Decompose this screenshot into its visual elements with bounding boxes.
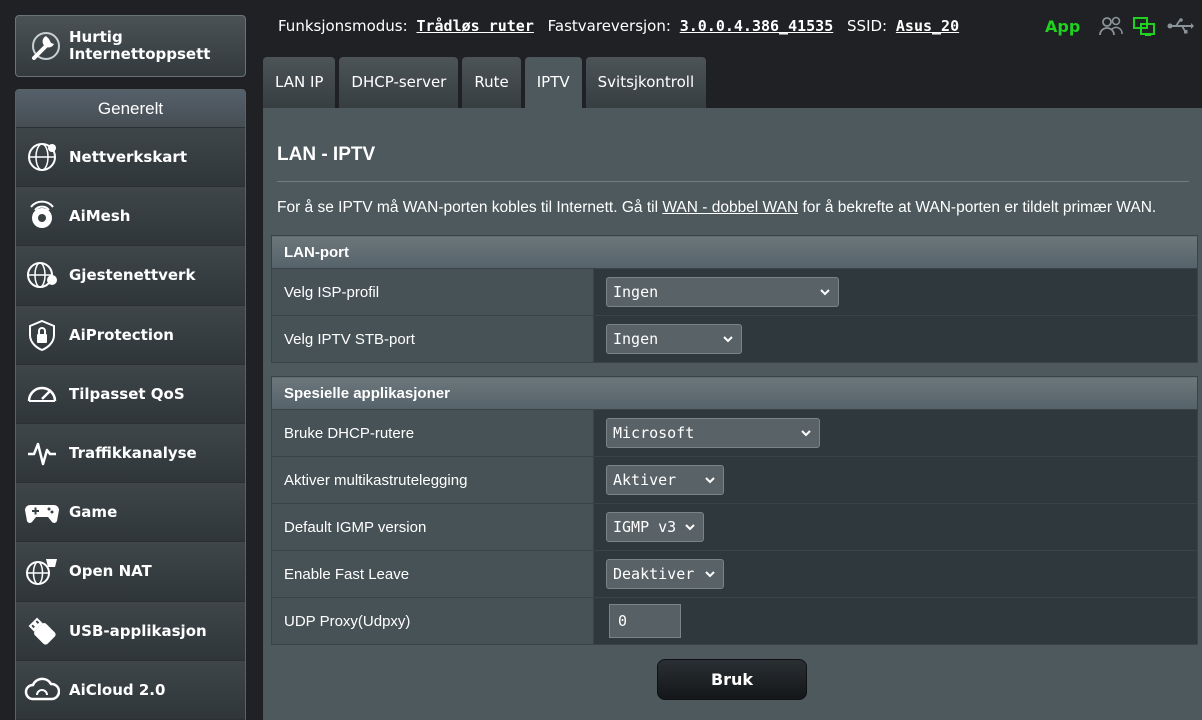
- iptv-stb-port-label: Velg IPTV STB-port: [271, 315, 594, 363]
- section-header: Spesielle applikasjoner: [271, 376, 1198, 410]
- igmp-version-label: Default IGMP version: [271, 503, 594, 551]
- udp-proxy-input[interactable]: 0: [609, 604, 681, 638]
- speedometer-icon: [23, 375, 61, 413]
- firmware-label: Fastvareversjon:: [547, 17, 671, 35]
- sidebar-item-guest-network[interactable]: Gjestenettverk: [16, 246, 245, 306]
- sidebar-section-header: Generelt: [16, 90, 245, 128]
- operation-mode-link[interactable]: Trådløs ruter: [416, 17, 533, 35]
- clients-icon[interactable]: [1098, 15, 1124, 37]
- traffic-wave-icon: [23, 434, 61, 472]
- gamepad-icon: [23, 493, 61, 531]
- tab-dhcp-server[interactable]: DHCP-server: [339, 57, 459, 108]
- wrench-globe-icon: [32, 32, 60, 60]
- network-status-icon[interactable]: [1132, 15, 1158, 37]
- sidebar-item-label: AiMesh: [69, 207, 131, 226]
- sidebar-item-label: Tilpasset QoS: [69, 384, 185, 403]
- sidebar-item-label: AiProtection: [69, 325, 174, 344]
- sidebar-item-label: Traffikkanalyse: [69, 444, 197, 463]
- chevron-down-icon: [820, 289, 830, 296]
- guest-globe-icon: [23, 256, 61, 294]
- dhcp-routes-select[interactable]: Microsoft: [606, 418, 820, 448]
- multicast-routing-label: Aktiver multikastrutelegging: [271, 456, 594, 504]
- chevron-down-icon: [801, 430, 811, 437]
- sidebar-item-aimesh[interactable]: AiMesh: [16, 187, 245, 247]
- cloud-icon: [23, 671, 61, 709]
- sidebar-item-usb-application[interactable]: USB-applikasjon: [16, 601, 245, 661]
- sidebar-menu: Generelt Nettverkskart AiMesh Gjestenett…: [15, 89, 246, 720]
- multicast-routing-select[interactable]: Aktiver: [606, 465, 724, 495]
- apply-button[interactable]: Bruk: [657, 659, 807, 700]
- fast-leave-label: Enable Fast Leave: [271, 550, 594, 598]
- sidebar-item-label: Gjestenettverk: [69, 266, 196, 285]
- chevron-down-icon: [705, 571, 715, 578]
- dhcp-routes-label: Bruke DHCP-rutere: [271, 409, 594, 457]
- tab-switch-control[interactable]: Svitsjkontroll: [585, 57, 707, 108]
- udp-proxy-label: UDP Proxy(Udpxy): [271, 597, 594, 645]
- sidebar-item-label: Nettverkskart: [69, 148, 187, 167]
- tab-route[interactable]: Rute: [462, 57, 521, 108]
- sidebar-item-open-nat[interactable]: Open NAT: [16, 542, 245, 602]
- app-link[interactable]: App: [1045, 17, 1080, 36]
- ssid-label: SSID:: [847, 17, 888, 35]
- ssid-link[interactable]: Asus_20: [896, 17, 959, 35]
- chevron-down-icon: [723, 336, 733, 343]
- section-header: LAN-port: [271, 235, 1198, 269]
- sidebar-item-aiprotection[interactable]: AiProtection: [16, 305, 245, 365]
- chevron-down-icon: [705, 477, 715, 484]
- igmp-version-select[interactable]: IGMP v3: [606, 512, 704, 542]
- mesh-router-icon: [23, 197, 61, 235]
- lan-port-table: LAN-port Velg ISP-profil Ingen Velg IPTV…: [271, 235, 1198, 363]
- sidebar-item-network-map[interactable]: Nettverkskart: [16, 128, 245, 188]
- top-status-icons: App: [1045, 15, 1195, 37]
- isp-profile-select[interactable]: Ingen: [606, 277, 839, 307]
- wan-dual-wan-link[interactable]: WAN - dobbel WAN: [662, 199, 798, 216]
- quick-internet-setup-button[interactable]: Hurtig Internettoppsett: [15, 15, 246, 77]
- page-title: LAN - IPTV: [277, 144, 376, 165]
- sidebar-item-traffic-analyzer[interactable]: Traffikkanalyse: [16, 423, 245, 484]
- tab-iptv[interactable]: IPTV: [524, 57, 582, 108]
- tab-bar: LAN IP DHCP-server Rute IPTV Svitsjkontr…: [263, 57, 707, 108]
- content-panel: LAN - IPTV For å se IPTV må WAN-porten k…: [263, 108, 1202, 720]
- operation-mode-label: Funksjonsmodus:: [278, 17, 408, 35]
- nat-globe-gamepad-icon: [23, 552, 61, 590]
- tab-lan-ip[interactable]: LAN IP: [263, 57, 336, 108]
- status-bar: Funksjonsmodus: Trådløs ruter Fastvareve…: [278, 17, 968, 35]
- sidebar-item-label: Open NAT: [69, 562, 152, 581]
- sidebar-item-label: USB-applikasjon: [69, 621, 207, 640]
- sidebar-item-label: Game: [69, 503, 118, 522]
- sidebar-item-adaptive-qos[interactable]: Tilpasset QoS: [16, 364, 245, 424]
- sidebar-item-game[interactable]: Game: [16, 483, 245, 543]
- globe-network-icon: [23, 138, 61, 176]
- shield-lock-icon: [23, 316, 61, 354]
- iptv-stb-port-select[interactable]: Ingen: [606, 324, 742, 354]
- usb-status-icon[interactable]: [1166, 15, 1195, 37]
- firmware-version-link[interactable]: 3.0.0.4.386_41535: [680, 17, 834, 35]
- divider: [277, 181, 1189, 182]
- isp-profile-label: Velg ISP-profil: [271, 268, 594, 316]
- fast-leave-select[interactable]: Deaktiver: [606, 559, 724, 589]
- quick-setup-label: Hurtig Internettoppsett: [69, 28, 211, 63]
- usb-stick-icon: [23, 612, 61, 650]
- sidebar-item-aicloud[interactable]: AiCloud 2.0: [16, 660, 245, 720]
- page-description: For å se IPTV må WAN-porten kobles til I…: [277, 199, 1157, 216]
- sidebar-item-label: AiCloud 2.0: [69, 680, 166, 699]
- chevron-down-icon: [685, 524, 695, 531]
- special-applications-table: Spesielle applikasjoner Bruke DHCP-ruter…: [271, 376, 1198, 645]
